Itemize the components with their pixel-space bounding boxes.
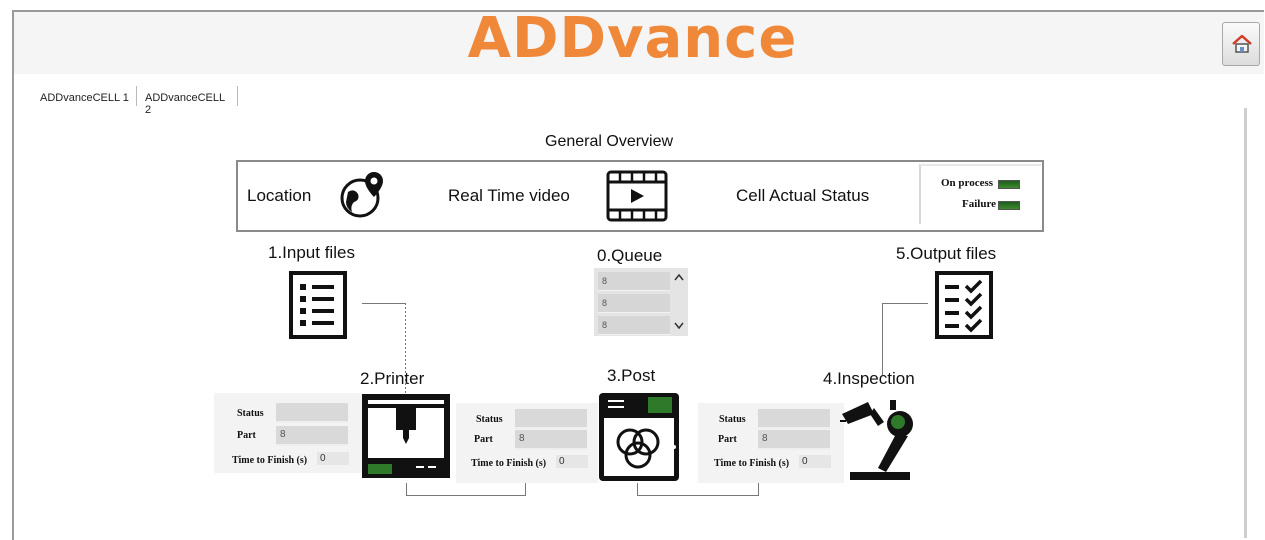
location-label: Location [247, 186, 312, 205]
home-button[interactable] [1222, 22, 1260, 66]
post-time-value: 0 [556, 455, 588, 468]
inspection-part-label: Part [718, 434, 737, 445]
connector-line [758, 483, 759, 495]
connector-line [406, 495, 526, 496]
failure-led [998, 201, 1020, 210]
failure-label: Failure [962, 198, 997, 210]
chevron-down-icon[interactable] [674, 322, 684, 330]
inspection-title: 4.Inspection [823, 369, 915, 388]
connector-line [525, 483, 526, 495]
post-status-label: Status [476, 414, 503, 425]
video-icon[interactable] [606, 170, 668, 222]
connector-line [882, 303, 883, 375]
post-part-field: 8 [515, 430, 587, 450]
input-files-icon[interactable] [288, 270, 348, 340]
overview-title: General Overview [545, 133, 674, 150]
output-files-title: 5.Output files [896, 244, 997, 263]
printer-icon[interactable] [360, 392, 452, 480]
printer-status-field [276, 403, 348, 423]
input-files-title: 1.Input files [268, 243, 355, 262]
printer-part-field: 8 [276, 426, 348, 446]
queue-item[interactable]: 8 [598, 316, 670, 335]
connector-line [882, 303, 928, 304]
inspection-status-label: Status [719, 414, 746, 425]
connector-line [362, 303, 406, 304]
queue-title: 0.Queue [597, 246, 663, 265]
app-logo: ADDvance [467, 6, 798, 71]
post-processing-icon[interactable] [598, 392, 680, 482]
content-border [1244, 108, 1247, 538]
post-title: 3.Post [607, 366, 656, 385]
post-status-field [515, 409, 587, 429]
printer-status-label: Status [237, 408, 264, 419]
on-process-led [998, 180, 1020, 189]
inspection-camera-icon[interactable] [838, 392, 920, 482]
location-icon[interactable] [338, 168, 390, 220]
connector-line [637, 483, 638, 495]
on-process-label: On process [941, 177, 994, 189]
inspection-time-label: Time to Finish (s) [714, 458, 790, 469]
inspection-time-value: 0 [799, 455, 831, 468]
cell-actual-status-label: Cell Actual Status [736, 186, 870, 205]
queue-item[interactable]: 8 [598, 272, 670, 291]
cell-status-panel [919, 164, 1041, 224]
printer-title: 2.Printer [360, 369, 425, 388]
post-time-label: Time to Finish (s) [471, 458, 547, 469]
chevron-up-icon[interactable] [674, 273, 684, 281]
printer-part-label: Part [237, 430, 256, 441]
inspection-status-field [758, 409, 830, 429]
tab-addvancecell-2[interactable]: ADDvanceCELL 2 [136, 86, 238, 116]
queue-item[interactable]: 8 [598, 294, 670, 313]
tab-addvancecell-1[interactable]: ADDvanceCELL 1 [40, 92, 129, 104]
printer-time-label: Time to Finish (s) [232, 455, 308, 466]
home-icon [1232, 34, 1252, 53]
output-files-icon[interactable] [934, 270, 994, 340]
printer-time-value: 0 [317, 452, 349, 465]
real-time-video-label: Real Time video [448, 186, 570, 205]
inspection-part-field: 8 [758, 430, 830, 450]
post-part-label: Part [474, 434, 493, 445]
connector-line [406, 483, 407, 495]
connector-line [637, 495, 759, 496]
